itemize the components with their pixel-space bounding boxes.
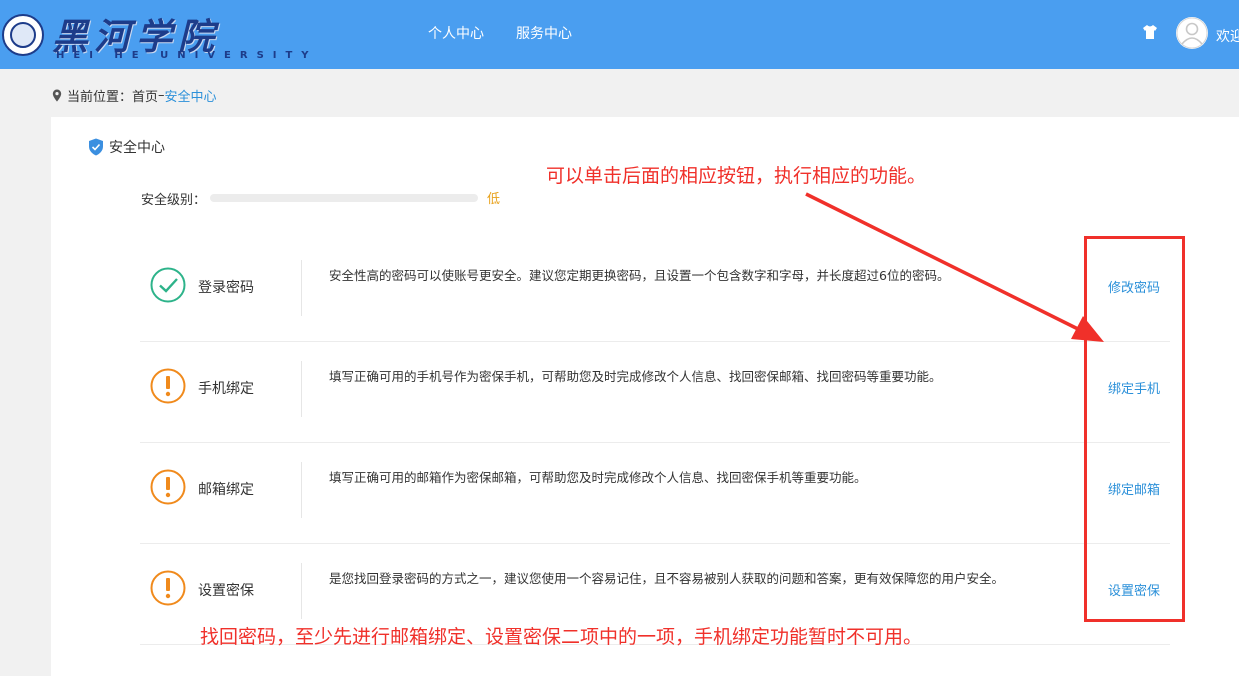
row-divider [301,260,302,316]
nav-personal-center[interactable]: 个人中心 [428,23,484,43]
item-name: 登录密码 [198,280,254,296]
security-item-login-password: 登录密码 安全性高的密码可以使账号更安全。建议您定期更换密码，且设置一个包含数字… [140,241,1170,342]
row-divider [301,361,302,417]
annotation-bottom-text: 找回密码，至少先进行邮箱绑定、设置密保二项中的一项，手机绑定功能暂时不可用。 [200,626,923,648]
row-divider [301,563,302,619]
item-description: 是您找回登录密码的方式之一，建议您使用一个容易记住，且不容易被别人获取的问题和答… [329,571,1005,586]
warning-exclamation-icon [150,570,186,606]
security-center-panel: 安全中心 安全级别： 低 登录密码 安全性高的密码可以使账号更安全。建议您定期更… [51,117,1239,676]
section-title: 安全中心 [88,137,165,157]
welcome-text: 欢迎 [1216,29,1239,45]
item-name: 邮箱绑定 [198,482,254,498]
security-level-value: 低 [487,192,501,207]
breadcrumb: 当前位置： 首页 – 安全中心 [52,86,217,105]
breadcrumb-current: 安全中心 [164,90,217,105]
university-seal-logo [2,14,44,56]
security-level-label: 安全级别： [141,193,207,208]
security-item-phone-binding: 手机绑定 填写正确可用的手机号作为密保手机，可帮助您及时完成修改个人信息、找回密… [140,342,1170,443]
breadcrumb-prefix: 当前位置： [67,90,133,105]
brand-logo-subtext: HEI HE UNIVERSITY [56,50,318,61]
check-circle-icon [150,267,186,303]
security-level-bar [210,194,478,202]
breadcrumb-home[interactable]: 首页 [132,86,158,105]
nav-service-center[interactable]: 服务中心 [516,23,572,43]
item-name: 设置密保 [198,583,254,599]
skin-shirt-icon[interactable] [1142,24,1158,40]
item-description: 填写正确可用的邮箱作为密保邮箱，可帮助您及时完成修改个人信息、找回密保手机等重要… [329,470,867,485]
section-title-text: 安全中心 [109,140,165,156]
annotation-highlight-box [1084,236,1185,622]
location-pin-icon [52,89,62,102]
warning-exclamation-icon [150,368,186,404]
item-description: 填写正确可用的手机号作为密保手机，可帮助您及时完成修改个人信息、找回密保邮箱、找… [329,369,942,384]
item-description: 安全性高的密码可以使账号更安全。建议您定期更换密码，且设置一个包含数字和字母，并… [329,268,950,283]
top-header: 黑河学院 HEI HE UNIVERSITY 个人中心 服务中心 欢迎 [0,0,1239,69]
warning-exclamation-icon [150,469,186,505]
annotation-top-text: 可以单击后面的相应按钮，执行相应的功能。 [546,165,927,187]
shield-icon [89,138,103,156]
item-name: 手机绑定 [198,381,254,397]
row-divider [301,462,302,518]
security-item-email-binding: 邮箱绑定 填写正确可用的邮箱作为密保邮箱，可帮助您及时完成修改个人信息、找回密保… [140,443,1170,544]
user-avatar[interactable] [1176,17,1208,49]
